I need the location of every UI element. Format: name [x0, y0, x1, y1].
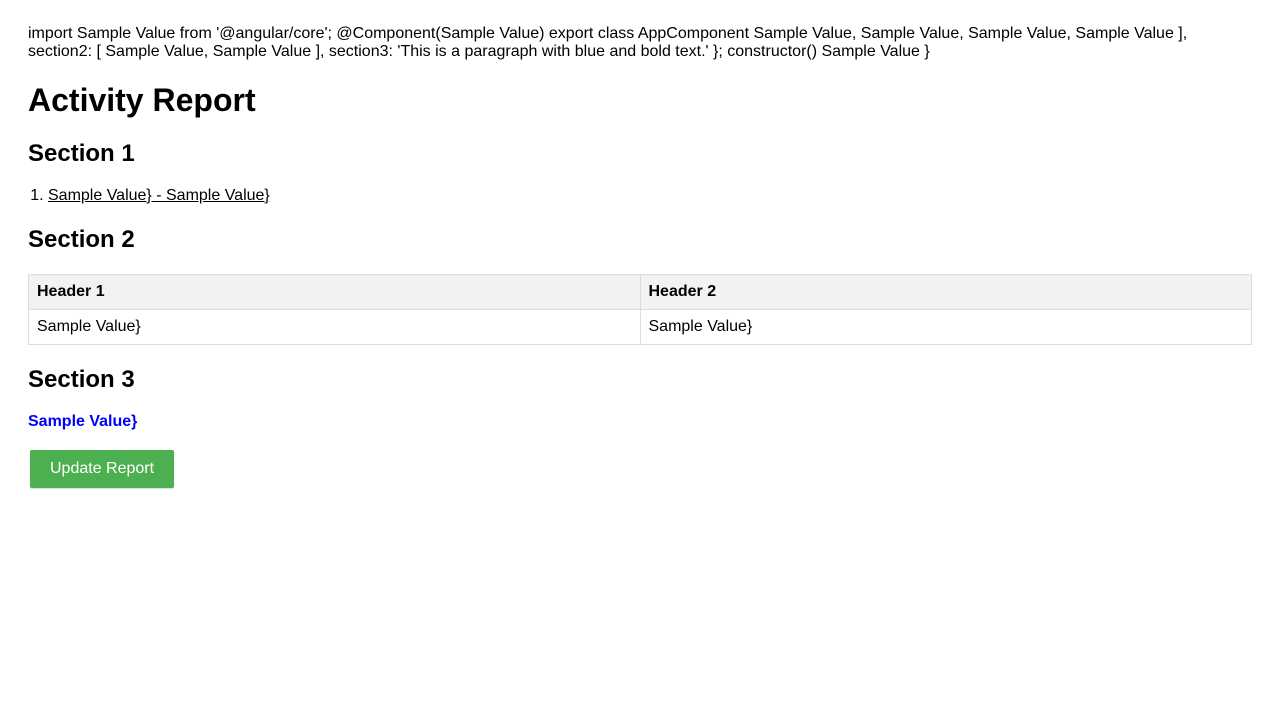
column-header-2: Header 2 — [639, 274, 1252, 310]
section-2-table-wrap: Header 1 Header 2 Sample Value} Sample V… — [28, 274, 1252, 345]
section-2-heading: Section 2 — [28, 226, 135, 253]
page-title: Activity Report — [28, 82, 256, 118]
section-3-heading: Section 3 — [28, 366, 135, 393]
table-header-row: Header 1 Header 2 — [28, 274, 1252, 310]
section-3-blue-text: Sample Value} — [28, 413, 138, 430]
table-cell: Sample Value} — [639, 309, 1252, 345]
section-1-list: Sample Value} - Sample Value} — [28, 187, 1252, 205]
data-table: Header 1 Header 2 Sample Value} Sample V… — [28, 274, 1252, 345]
list-item: Sample Value} - Sample Value} — [48, 187, 1252, 205]
page: import Sample Value from '@angular/core'… — [0, 0, 1280, 488]
section-1-heading: Section 1 — [28, 140, 135, 167]
table-row: Sample Value} Sample Value} — [28, 309, 1252, 345]
list-item-link[interactable]: Sample Value} - Sample Value} — [48, 187, 270, 204]
table-cell: Sample Value} — [28, 309, 641, 345]
column-header-1: Header 1 — [28, 274, 641, 310]
update-report-button[interactable]: Update Report — [30, 450, 175, 488]
raw-source-text: import Sample Value from '@angular/core'… — [28, 25, 1188, 60]
